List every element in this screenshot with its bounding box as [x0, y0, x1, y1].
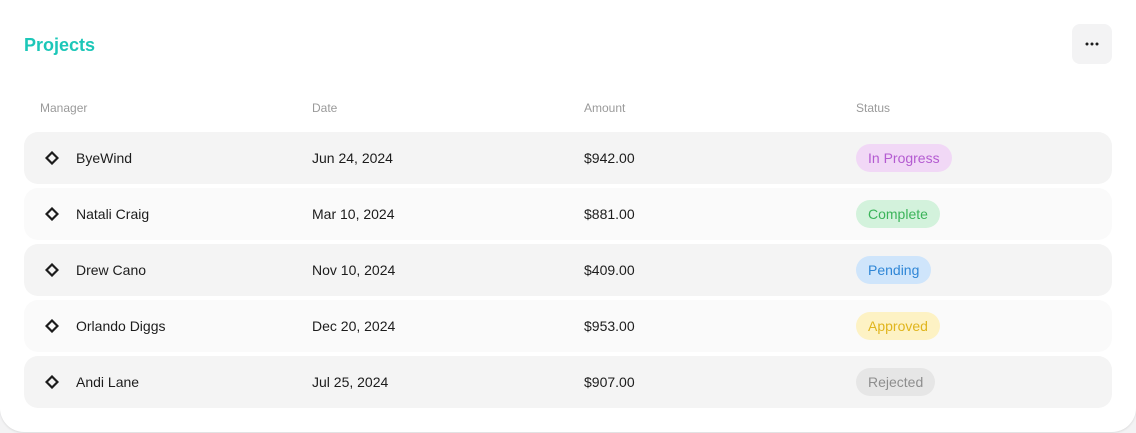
status-badge: Approved [856, 312, 940, 340]
table-row[interactable]: Andi Lane Jul 25, 2024 $907.00 Rejected [24, 356, 1112, 408]
amount-cell: $942.00 [584, 150, 635, 166]
header-amount: Amount [584, 101, 626, 115]
manager-cell: Orlando Diggs [42, 300, 166, 352]
status-cell: Rejected [856, 356, 936, 408]
more-horizontal-icon [1085, 42, 1099, 46]
diamond-logo-icon [42, 316, 62, 336]
manager-cell: Andi Lane [42, 356, 139, 408]
header-date: Date [312, 101, 338, 115]
table-row[interactable]: Drew Cano Nov 10, 2024 $409.00 Pending [24, 244, 1112, 296]
diamond-logo-icon [42, 372, 62, 392]
diamond-logo-icon [42, 148, 62, 168]
projects-card: Projects Manager Date Amount Status ByeW… [0, 0, 1136, 432]
status-badge: Rejected [856, 368, 936, 396]
amount-cell: $881.00 [584, 206, 635, 222]
status-badge: Pending [856, 256, 932, 284]
manager-cell: ByeWind [42, 132, 132, 184]
status-badge: Complete [856, 200, 940, 228]
amount-cell: $409.00 [584, 262, 635, 278]
status-cell: Pending [856, 244, 932, 296]
manager-cell: Drew Cano [42, 244, 146, 296]
status-cell: Approved [856, 300, 940, 352]
date-cell: Mar 10, 2024 [312, 206, 395, 222]
header-status: Status [856, 101, 891, 115]
status-cell: In Progress [856, 132, 952, 184]
manager-name: Orlando Diggs [76, 318, 166, 334]
table-body: ByeWind Jun 24, 2024 $942.00 In Progress… [24, 132, 1112, 412]
amount-cell: $907.00 [584, 374, 635, 390]
diamond-logo-icon [42, 260, 62, 280]
table-row[interactable]: Orlando Diggs Dec 20, 2024 $953.00 Appro… [24, 300, 1112, 352]
table-row[interactable]: Natali Craig Mar 10, 2024 $881.00 Comple… [24, 188, 1112, 240]
card-title: Projects [24, 35, 96, 55]
manager-name: ByeWind [76, 150, 133, 166]
date-cell: Nov 10, 2024 [312, 262, 396, 278]
manager-name: Drew Cano [76, 262, 147, 278]
table-header: Manager Date Amount Status [24, 98, 1112, 118]
header-manager: Manager [40, 101, 88, 115]
date-cell: Jun 24, 2024 [312, 150, 393, 166]
manager-name: Natali Craig [76, 206, 150, 222]
manager-cell: Natali Craig [42, 188, 149, 240]
amount-cell: $953.00 [584, 318, 635, 334]
table-row[interactable]: ByeWind Jun 24, 2024 $942.00 In Progress [24, 132, 1112, 184]
status-cell: Complete [856, 188, 940, 240]
more-options-button[interactable] [1072, 24, 1112, 64]
manager-name: Andi Lane [76, 374, 140, 390]
date-cell: Jul 25, 2024 [312, 374, 389, 390]
date-cell: Dec 20, 2024 [312, 318, 396, 334]
status-badge: In Progress [856, 144, 952, 172]
diamond-logo-icon [42, 204, 62, 224]
